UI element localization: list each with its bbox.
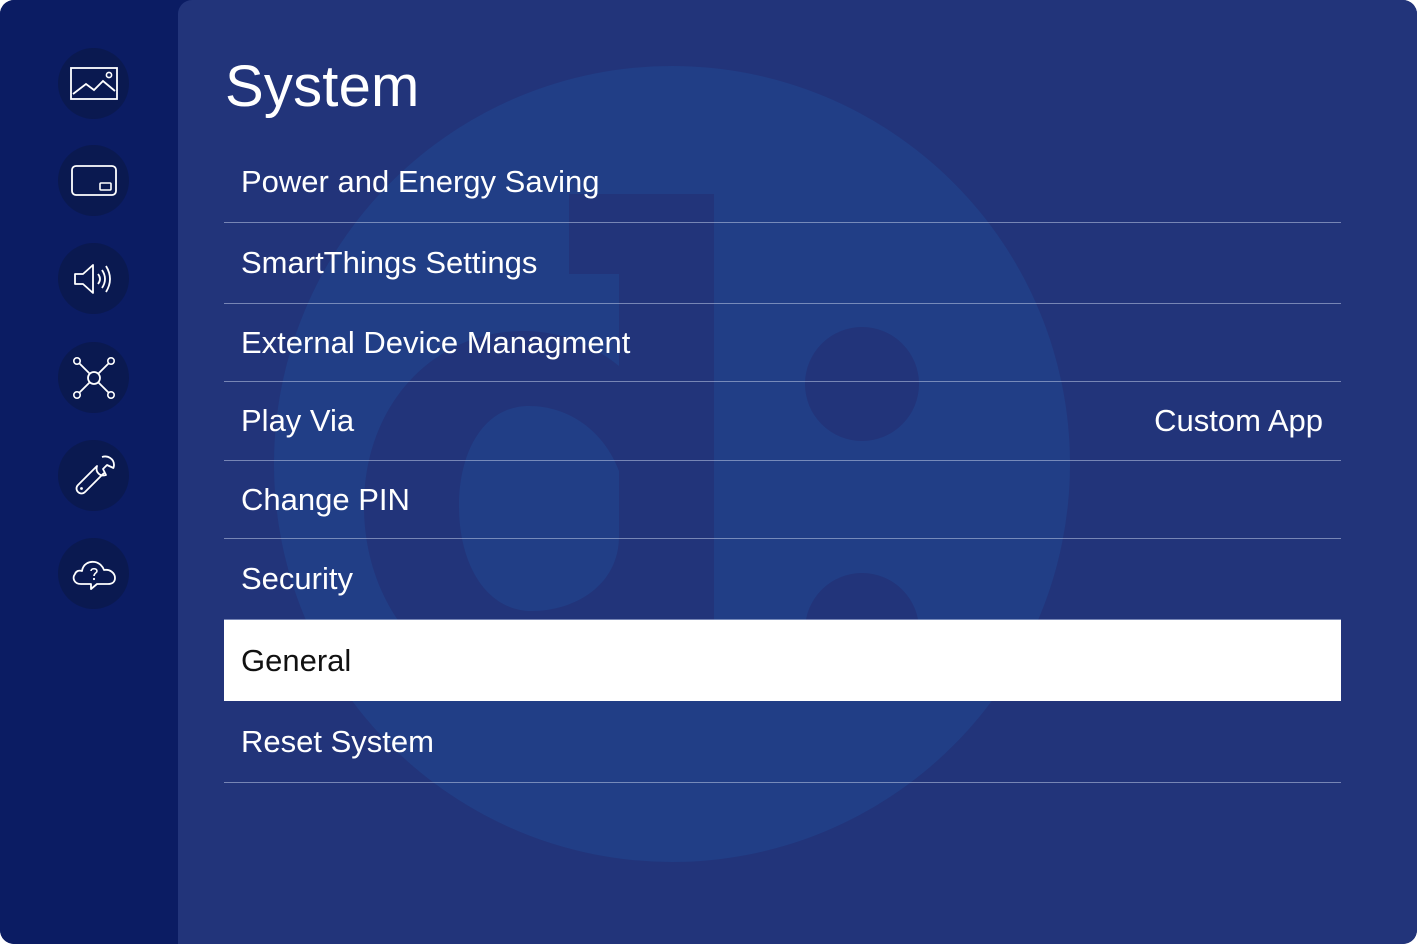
menu-item-power-energy-saving[interactable]: Power and Energy Saving [224, 142, 1341, 223]
menu-item-security[interactable]: Security [224, 539, 1341, 620]
page-title: System [225, 54, 420, 119]
wrench-icon [75, 455, 115, 494]
menu-item-label: General [241, 642, 352, 678]
picture-icon [69, 66, 118, 100]
menu-item-label: Security [241, 561, 353, 596]
menu-item-label: SmartThings Settings [241, 245, 538, 280]
menu-item-label: External Device Managment [241, 324, 631, 360]
sidebar-item-support-tools[interactable] [58, 440, 129, 511]
menu-item-value: Custom App [1154, 403, 1323, 438]
menu-item-reset-system[interactable]: Reset System [224, 701, 1341, 783]
sidebar-item-support-cloud[interactable] [58, 538, 129, 609]
cloud-help-icon [72, 560, 116, 590]
menu-item-label: Reset System [241, 723, 434, 759]
menu-item-smartthings-settings[interactable]: SmartThings Settings [224, 223, 1341, 304]
menu-item-external-device-management[interactable]: External Device Managment [224, 304, 1341, 382]
menu-item-label: Change PIN [241, 481, 410, 517]
sound-icon [73, 263, 111, 294]
main-panel: System Power and Energy Saving SmartThin… [178, 0, 1417, 944]
picture-in-picture-icon [70, 164, 117, 196]
settings-window: System Power and Energy Saving SmartThin… [0, 0, 1417, 944]
menu-item-change-pin[interactable]: Change PIN [224, 461, 1341, 539]
menu-item-label: Play Via [241, 403, 355, 438]
menu-item-label: Power and Energy Saving [241, 164, 600, 199]
menu-item-play-via[interactable]: Play Via Custom App [224, 382, 1341, 461]
network-icon [72, 356, 115, 399]
sidebar-item-network[interactable] [58, 342, 129, 413]
sidebar-item-picture[interactable] [58, 48, 129, 119]
sidebar-item-sound[interactable] [58, 243, 129, 314]
sidebar [0, 0, 178, 944]
menu-item-general[interactable]: General [224, 620, 1341, 701]
sidebar-item-pip[interactable] [58, 145, 129, 216]
